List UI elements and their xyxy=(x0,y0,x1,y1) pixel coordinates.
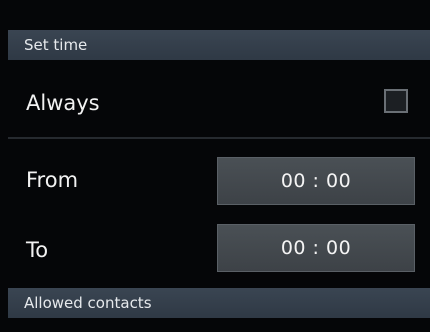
allowed-contacts-section-header[interactable]: Allowed contacts xyxy=(8,288,430,318)
from-label: From xyxy=(26,168,79,192)
always-checkbox[interactable] xyxy=(384,89,408,113)
to-label: To xyxy=(26,238,49,262)
set-time-screen: Set time Always From 00 : 00 To 00 : 00 … xyxy=(0,0,430,332)
divider xyxy=(8,137,430,139)
allowed-contacts-title: Allowed contacts xyxy=(24,294,152,312)
to-time-field[interactable]: 00 : 00 xyxy=(217,224,415,272)
from-time-field[interactable]: 00 : 00 xyxy=(217,157,415,205)
always-label: Always xyxy=(26,91,100,115)
set-time-section-header: Set time xyxy=(8,30,430,60)
set-time-title: Set time xyxy=(24,36,88,54)
